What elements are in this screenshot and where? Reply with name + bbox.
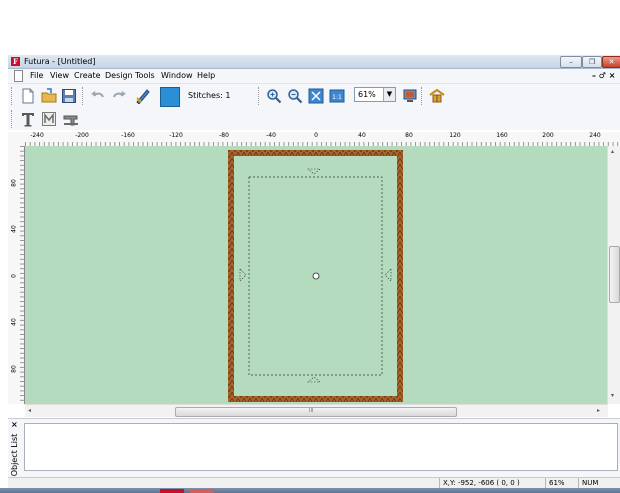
taskbar-app-icon[interactable] — [160, 489, 184, 493]
mdi-window-controls[interactable]: – ♂ × — [592, 71, 615, 81]
ruler-label: -120 — [169, 132, 183, 139]
design-canvas[interactable] — [25, 146, 608, 404]
monitor-icon[interactable] — [402, 88, 418, 104]
undo-icon[interactable] — [90, 88, 106, 104]
ruler-label: 40 — [10, 318, 18, 326]
window-title: Futura - [Untitled] — [24, 57, 96, 66]
menu-view[interactable]: View — [50, 71, 69, 81]
maximize-button[interactable]: ❐ — [582, 56, 602, 68]
taskbar-app-icon[interactable] — [190, 489, 214, 493]
hoop-drawing — [228, 150, 403, 402]
zoom-value: 61% — [358, 90, 376, 99]
object-list-panel: × Object List — [8, 418, 620, 477]
bottom-handle-icon — [307, 376, 321, 383]
left-handle-icon — [239, 268, 247, 282]
ruler-ticks — [25, 132, 620, 146]
ruler-label: -160 — [121, 132, 135, 139]
edit-design-icon[interactable] — [135, 88, 151, 104]
sewing-machine-icon[interactable] — [63, 111, 79, 127]
ruler-label: 40 — [10, 225, 18, 233]
zoom-out-icon[interactable] — [287, 88, 303, 104]
menu-help[interactable]: Help — [197, 71, 215, 81]
menu-create[interactable]: Create — [74, 71, 101, 81]
close-icon[interactable]: × — [11, 420, 18, 429]
object-list[interactable] — [24, 423, 618, 471]
ruler-label: 0 — [314, 132, 318, 139]
vertical-scrollbar[interactable]: ▴ ▾ — [607, 146, 620, 404]
svg-text:1:1: 1:1 — [332, 94, 342, 101]
horizontal-ruler: -240 -200 -160 -120 -80 -40 0 40 80 120 … — [25, 132, 620, 147]
ruler-label: -40 — [266, 132, 276, 139]
menu-design[interactable]: Design — [105, 71, 133, 81]
menu-window[interactable]: Window — [161, 71, 193, 81]
main-toolbar: Stitches: 1 1:1 61% ▼ — [8, 83, 620, 108]
ruler-label: 80 — [10, 365, 18, 373]
create-toolbar — [8, 108, 620, 130]
ruler-label: 80 — [10, 179, 18, 187]
ruler-label: -240 — [30, 132, 44, 139]
color-swatch-icon[interactable] — [160, 87, 180, 107]
center-point-icon — [312, 272, 320, 280]
object-list-tab[interactable]: × Object List — [8, 419, 22, 477]
ruler-label: 0 — [10, 274, 18, 278]
document-icon — [14, 70, 23, 82]
new-document-icon[interactable] — [20, 88, 36, 104]
redo-icon[interactable] — [111, 88, 127, 104]
menu-bar: File View Create Design Tools Window Hel… — [8, 69, 620, 83]
toolbar-separator — [258, 87, 261, 105]
actual-size-icon[interactable]: 1:1 — [329, 88, 345, 104]
horizontal-scrollbar[interactable]: ◂ III ▸ — [25, 404, 608, 417]
stitch-count: Stitches: 1 — [188, 91, 231, 100]
ruler-label: 200 — [542, 132, 554, 139]
ruler-corner — [8, 132, 25, 146]
scroll-up-icon[interactable]: ▴ — [611, 148, 614, 156]
ruler-label: 160 — [496, 132, 508, 139]
object-list-label: Object List — [10, 433, 19, 477]
ruler-label: -200 — [75, 132, 89, 139]
ruler-label: -80 — [219, 132, 229, 139]
ruler-label: 40 — [358, 132, 366, 139]
monogram-icon[interactable] — [41, 111, 57, 127]
ruler-label: 240 — [589, 132, 601, 139]
save-icon[interactable] — [61, 88, 77, 104]
vertical-ruler: 80 40 0 40 80 — [8, 146, 25, 404]
os-taskbar — [0, 488, 620, 493]
toolbar-separator — [82, 87, 85, 105]
open-folder-icon[interactable] — [41, 88, 57, 104]
zoom-fit-icon[interactable] — [308, 88, 324, 104]
text-tool-icon[interactable] — [20, 111, 36, 127]
right-handle-icon — [384, 268, 392, 282]
scroll-down-icon[interactable]: ▾ — [611, 392, 614, 400]
zoom-in-icon[interactable] — [266, 88, 282, 104]
ruler-label: 120 — [449, 132, 461, 139]
top-handle-icon — [307, 168, 321, 175]
ruler-label: 80 — [405, 132, 413, 139]
scroll-right-icon[interactable]: ▸ — [597, 407, 600, 415]
app-logo-icon: F — [11, 57, 20, 66]
menu-file[interactable]: File — [30, 71, 43, 81]
close-button[interactable]: ✕ — [602, 56, 620, 68]
toolbar-grip[interactable] — [11, 87, 14, 105]
vertical-scroll-thumb[interactable] — [609, 246, 620, 303]
horizontal-scroll-thumb[interactable]: III — [175, 407, 457, 417]
menu-tools[interactable]: Tools — [135, 71, 155, 81]
toolbar-separator — [421, 87, 424, 105]
zoom-select[interactable]: 61% ▼ — [354, 87, 396, 102]
hoop-icon[interactable] — [429, 88, 445, 104]
scroll-grip: III — [309, 408, 314, 414]
scroll-left-icon[interactable]: ◂ — [28, 407, 31, 415]
title-bar[interactable]: F Futura - [Untitled] – ❐ ✕ — [8, 55, 620, 69]
minimize-button[interactable]: – — [560, 56, 582, 68]
toolbar-grip[interactable] — [11, 110, 14, 128]
chevron-down-icon[interactable]: ▼ — [383, 88, 395, 101]
